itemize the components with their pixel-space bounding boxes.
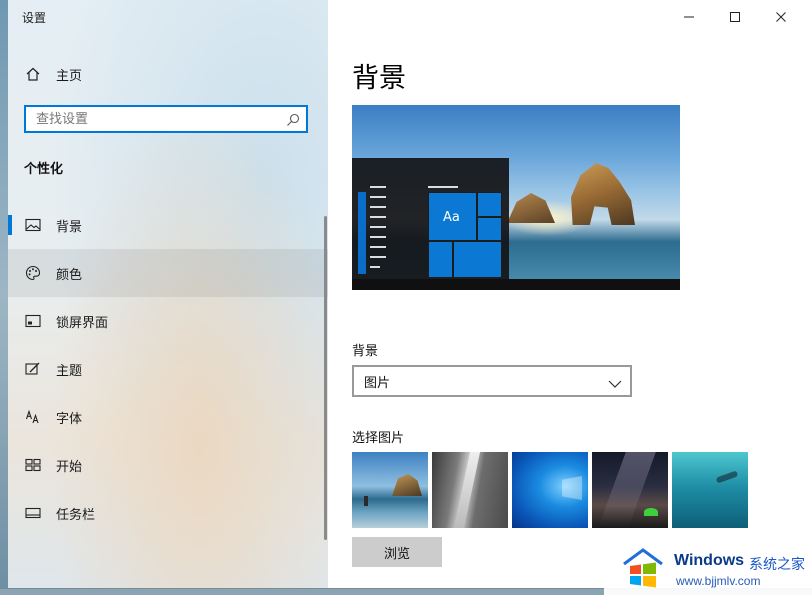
- preview-tile-label: Aa: [443, 210, 460, 225]
- start-icon: [24, 456, 42, 474]
- sidebar-scrollbar[interactable]: [324, 216, 327, 540]
- preview-start-rail: [358, 192, 366, 274]
- sidebar-item-background[interactable]: 背景: [8, 201, 328, 249]
- sidebar-item-label: 背景: [56, 219, 83, 235]
- section-title: 个性化: [24, 162, 64, 177]
- sidebar-item-taskbar[interactable]: 任务栏: [8, 489, 328, 537]
- home-icon: [24, 65, 42, 83]
- desktop-edge: [0, 0, 8, 588]
- lock-screen-icon: [24, 312, 42, 330]
- app-title: 设置: [22, 11, 47, 25]
- sidebar-item-themes[interactable]: 主题: [8, 345, 328, 393]
- palette-icon: [24, 264, 42, 282]
- close-button[interactable]: [768, 4, 794, 30]
- sidebar-item-colors[interactable]: 颜色: [8, 249, 328, 297]
- thumbnail-beach-rock[interactable]: [352, 452, 428, 528]
- watermark-suffix: 系统之家: [749, 557, 805, 573]
- background-preview: Aa: [352, 105, 680, 290]
- maximize-button[interactable]: [722, 4, 748, 30]
- preview-start-header: [428, 186, 458, 188]
- minimize-icon: [684, 16, 694, 18]
- thumbnail-underwater[interactable]: [672, 452, 748, 528]
- background-type-value: 图片: [364, 375, 391, 391]
- watermark-url: www.bjjmlv.com: [676, 574, 761, 588]
- watermark: Windows 系统之家 www.bjjmlv.com: [604, 538, 812, 595]
- chevron-down-icon: [608, 375, 622, 394]
- sidebar-home[interactable]: 主页: [8, 50, 328, 98]
- watermark-brand: Windows: [674, 552, 745, 569]
- sidebar-item-label: 锁屏界面: [56, 315, 109, 331]
- preview-taskbar: [352, 279, 680, 290]
- thumbnail-waterfall[interactable]: [432, 452, 508, 528]
- settings-window: 设置 主页 个性化 背景: [0, 0, 812, 588]
- search-input[interactable]: [26, 107, 286, 131]
- search-icon[interactable]: [286, 112, 300, 131]
- sidebar-item-lock-screen[interactable]: 锁屏界面: [8, 297, 328, 345]
- sidebar-item-label: 开始: [56, 459, 83, 475]
- browse-button[interactable]: 浏览: [352, 537, 442, 567]
- maximize-icon: [730, 12, 740, 22]
- sidebar-item-label: 主题: [56, 363, 83, 379]
- thumbnail-night-sky[interactable]: [592, 452, 668, 528]
- sidebar-nav: 背景 颜色 锁屏界面 主题 字体 开始 任务栏: [8, 201, 328, 537]
- font-icon: [24, 408, 42, 426]
- choose-picture-label: 选择图片: [352, 431, 405, 446]
- page-title: 背景: [352, 63, 406, 94]
- search-box[interactable]: [24, 105, 308, 133]
- background-type-dropdown[interactable]: 图片: [352, 365, 632, 397]
- sidebar-item-label: 任务栏: [56, 507, 96, 523]
- preview-start-menu: Aa: [352, 158, 509, 279]
- background-label: 背景: [352, 344, 379, 359]
- minimize-button[interactable]: [676, 4, 702, 30]
- sidebar-item-label: 字体: [56, 411, 83, 427]
- preview-rock: [507, 193, 555, 223]
- close-icon: [776, 12, 786, 22]
- taskbar-icon: [24, 504, 42, 522]
- preview-tile-large: Aa: [428, 192, 477, 241]
- content-pane: 背景 Aa 背景 图片 选择图片 浏览: [328, 0, 812, 588]
- windows-logo-icon: [620, 546, 666, 592]
- sidebar-item-fonts[interactable]: 字体: [8, 393, 328, 441]
- sidebar-item-start[interactable]: 开始: [8, 441, 328, 489]
- sidebar-home-label: 主页: [56, 68, 83, 84]
- image-icon: [24, 216, 42, 234]
- theme-icon: [24, 360, 42, 378]
- thumbnail-windows-logo[interactable]: [512, 452, 588, 528]
- preview-tiles: Aa: [428, 192, 502, 278]
- sidebar: 设置 主页 个性化 背景: [8, 0, 328, 588]
- sidebar-item-label: 颜色: [56, 267, 83, 283]
